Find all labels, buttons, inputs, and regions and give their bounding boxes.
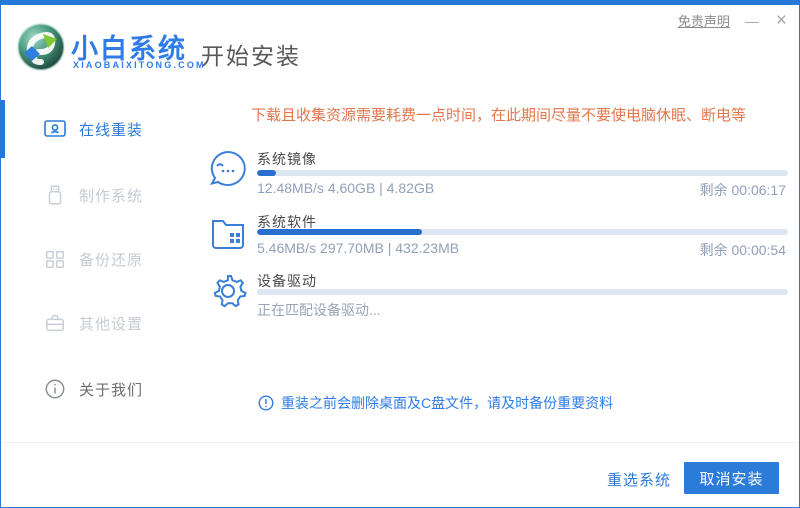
- minimize-button[interactable]: —: [743, 14, 761, 28]
- reselect-system-button[interactable]: 重选系统: [607, 469, 671, 490]
- sidebar-item-label: 制作系统: [79, 187, 144, 205]
- system-software-progress-bar: [257, 229, 788, 235]
- sidebar-item-label: 关于我们: [79, 381, 144, 399]
- info-icon: [43, 377, 67, 401]
- sidebar-item-label: 在线重装: [79, 121, 144, 139]
- system-software-stats: 5.46MB/s 297.70MB | 432.23MB: [257, 240, 460, 256]
- system-software-remaining: 剩余 00:00:54: [699, 242, 786, 258]
- page-title: 开始安装: [201, 43, 301, 69]
- device-driver-status: 正在匹配设备驱动...: [257, 302, 381, 318]
- system-image-stats: 12.48MB/s 4.60GB | 4.82GB: [257, 180, 435, 196]
- toolbox-icon: [43, 311, 67, 335]
- device-driver-progress-bar: [257, 289, 788, 295]
- alert-circle-icon: [258, 395, 274, 411]
- sidebar-item-other-settings[interactable]: 其他设置: [1, 303, 191, 343]
- disclaimer-link[interactable]: 免责声明: [678, 11, 730, 30]
- app-window: 小白系统 XIAOBAIXITONG.COM 开始安装 免责声明 — × 在线重…: [0, 0, 800, 508]
- system-software-progress-fill: [257, 229, 422, 235]
- system-image-progress-bar: [257, 170, 788, 176]
- footer-divider: [2, 442, 798, 443]
- backup-notice-text: 重装之前会删除桌面及C盘文件，请及时备份重要资料: [281, 395, 614, 411]
- gear-icon: [213, 275, 247, 308]
- window-controls: 免责声明 — ×: [678, 11, 789, 30]
- sidebar-item-online-reinstall[interactable]: 在线重装: [1, 109, 191, 149]
- backup-notice: 重装之前会删除桌面及C盘文件，请及时备份重要资料: [258, 393, 613, 413]
- sidebar-item-label: 备份还原: [79, 251, 144, 269]
- system-image-remaining: 剩余 00:06:17: [699, 182, 786, 198]
- window-top-accent-bar: [1, 1, 799, 5]
- chat-face-icon: [210, 150, 246, 186]
- brand-domain: XIAOBAIXITONG.COM: [73, 60, 206, 70]
- sidebar-item-make-system[interactable]: 制作系统: [1, 175, 191, 215]
- warning-text: 下载且收集资源需要耗费一点时间，在此期间尽量不要使电脑休眠、断电等: [250, 107, 746, 124]
- usb-icon: [43, 183, 67, 207]
- xiaobai-logo: [17, 23, 65, 71]
- sidebar-item-backup-restore[interactable]: 备份还原: [1, 239, 191, 279]
- section-title-system-image: 系统镜像: [257, 151, 317, 167]
- folder-apps-icon: [212, 220, 244, 249]
- close-button[interactable]: ×: [774, 11, 789, 30]
- section-title-device-driver: 设备驱动: [257, 273, 317, 289]
- monitor-icon: [43, 117, 67, 141]
- blocks-icon: [43, 247, 67, 271]
- system-image-progress-fill: [257, 170, 276, 176]
- sidebar-item-about-us[interactable]: 关于我们: [1, 369, 191, 409]
- sidebar-item-label: 其他设置: [79, 315, 144, 333]
- cancel-install-button[interactable]: 取消安装: [684, 462, 779, 494]
